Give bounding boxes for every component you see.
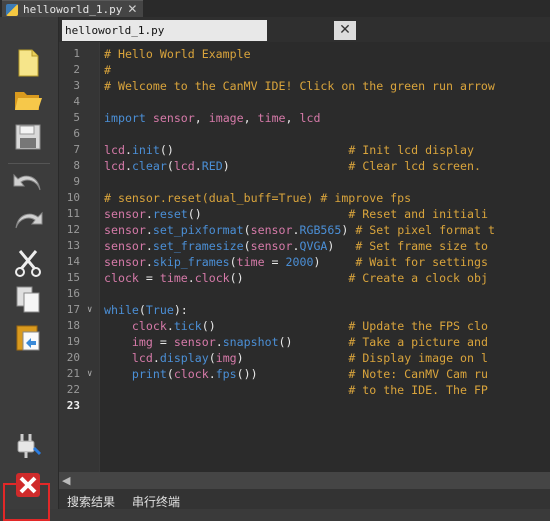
file-tab[interactable]: helloworld_1.py ✕ <box>2 0 144 18</box>
line-number-gutter: 1 2 3 4 5 6 7 8 9 10 11 12 13 14 15 16 17 ∨ 18 19 20 21 ∨ 22 23 <box>59 42 99 472</box>
file-tab-label: helloworld_1.py <box>23 3 123 16</box>
horizontal-scrollbar[interactable]: ◀ <box>59 472 550 489</box>
bottom-panel-tabs: 搜索结果 串行终端 <box>59 489 550 509</box>
stop-button[interactable] <box>13 470 43 500</box>
line-number: 15 <box>66 271 80 284</box>
connect-icon <box>17 434 42 458</box>
code-line: img = sensor.snapshot() # Take a picture… <box>131 335 488 349</box>
line-number: 16 <box>66 287 80 300</box>
code-line: import sensor, image, time, lcd <box>104 111 321 125</box>
redo-icon <box>15 211 43 229</box>
fold-chevron-icon[interactable]: ∨ <box>87 305 92 315</box>
redo-button[interactable] <box>13 207 43 237</box>
open-folder-icon <box>15 92 42 110</box>
code-line: sensor.set_pixformat(sensor.RGB565) # Se… <box>104 223 495 237</box>
editor-tab-close-icon[interactable]: ✕ <box>334 21 356 40</box>
connect-button[interactable] <box>13 431 43 461</box>
save-icon <box>15 124 41 150</box>
line-number: 6 <box>73 127 80 140</box>
copy-button[interactable] <box>13 284 43 314</box>
line-number: 1 <box>73 47 80 60</box>
file-tab-close-icon[interactable]: ✕ <box>127 1 137 18</box>
tab-search-results[interactable]: 搜索结果 <box>67 493 115 510</box>
line-number: 19 <box>66 335 80 348</box>
paste-button[interactable] <box>13 322 43 352</box>
line-number: 7 <box>73 143 80 156</box>
line-number: 10 <box>66 191 80 204</box>
new-file-button[interactable] <box>13 48 43 78</box>
code-line: while(True): <box>104 303 188 317</box>
code-line: # to the IDE. The FP <box>348 383 488 397</box>
line-number: 17 <box>66 303 80 316</box>
line-number: 9 <box>73 175 80 188</box>
line-number: 4 <box>73 95 80 108</box>
undo-icon <box>13 173 41 191</box>
paste-icon <box>16 325 40 351</box>
line-number: 12 <box>66 223 80 236</box>
code-line: sensor.set_framesize(sensor.QVGA) # Set … <box>104 239 488 253</box>
cut-button[interactable] <box>13 248 43 278</box>
code-line: lcd.init() # Init lcd display <box>104 143 474 157</box>
line-number: 2 <box>73 63 80 76</box>
editor-tab[interactable]: helloworld_1.py <box>62 20 267 41</box>
new-file-icon <box>18 49 39 77</box>
copy-icon <box>16 286 40 313</box>
line-number: 23 <box>66 399 80 412</box>
line-number: 22 <box>66 383 80 396</box>
save-button[interactable] <box>13 122 43 152</box>
code-editor[interactable]: # Hello World Example # # Welcome to the C… <box>100 42 550 472</box>
cut-icon <box>15 250 41 277</box>
line-number: 14 <box>66 255 80 268</box>
stop-icon <box>16 473 40 497</box>
undo-button[interactable] <box>13 169 43 199</box>
code-line: # sensor.reset(dual_buff=True) # improve… <box>104 191 412 205</box>
line-number: 13 <box>66 239 80 252</box>
line-number: 21 <box>66 367 80 380</box>
editor-tab-bar: helloworld_1.py ✕ <box>59 17 550 42</box>
toolbar-separator <box>8 163 50 164</box>
code-line: print(clock.fps()) # Note: CanMV Cam ru <box>131 367 488 381</box>
code-line: clock.tick() # Update the FPS clo <box>131 319 488 333</box>
line-number: 20 <box>66 351 80 364</box>
code-line: sensor.skip_frames(time = 2000) # Wait f… <box>104 255 488 269</box>
open-file-button[interactable] <box>13 84 43 114</box>
python-file-icon <box>6 3 18 16</box>
tab-serial-terminal[interactable]: 串行终端 <box>132 493 180 510</box>
file-tab-bar: helloworld_1.py ✕ <box>0 0 550 18</box>
scroll-left-arrow-icon[interactable]: ◀ <box>62 472 70 489</box>
code-line: lcd.clear(lcd.RED) # Clear lcd screen. <box>104 159 481 173</box>
toolbar-sidebar <box>0 17 59 521</box>
line-number: 18 <box>66 319 80 332</box>
code-line: # Hello World Example <box>104 47 251 61</box>
line-number: 5 <box>73 111 80 124</box>
code-line: lcd.display(img) # Display image on l <box>131 351 488 365</box>
code-line: sensor.reset() # Reset and initiali <box>104 207 488 221</box>
line-number: 11 <box>66 207 80 220</box>
line-number: 3 <box>73 79 80 92</box>
line-number: 8 <box>73 159 80 172</box>
code-line: clock = time.clock() # Create a clock ob… <box>104 271 488 285</box>
fold-chevron-icon[interactable]: ∨ <box>87 369 92 379</box>
code-line: # <box>104 63 111 77</box>
code-line: # Welcome to the CanMV IDE! Click on the… <box>104 79 495 93</box>
